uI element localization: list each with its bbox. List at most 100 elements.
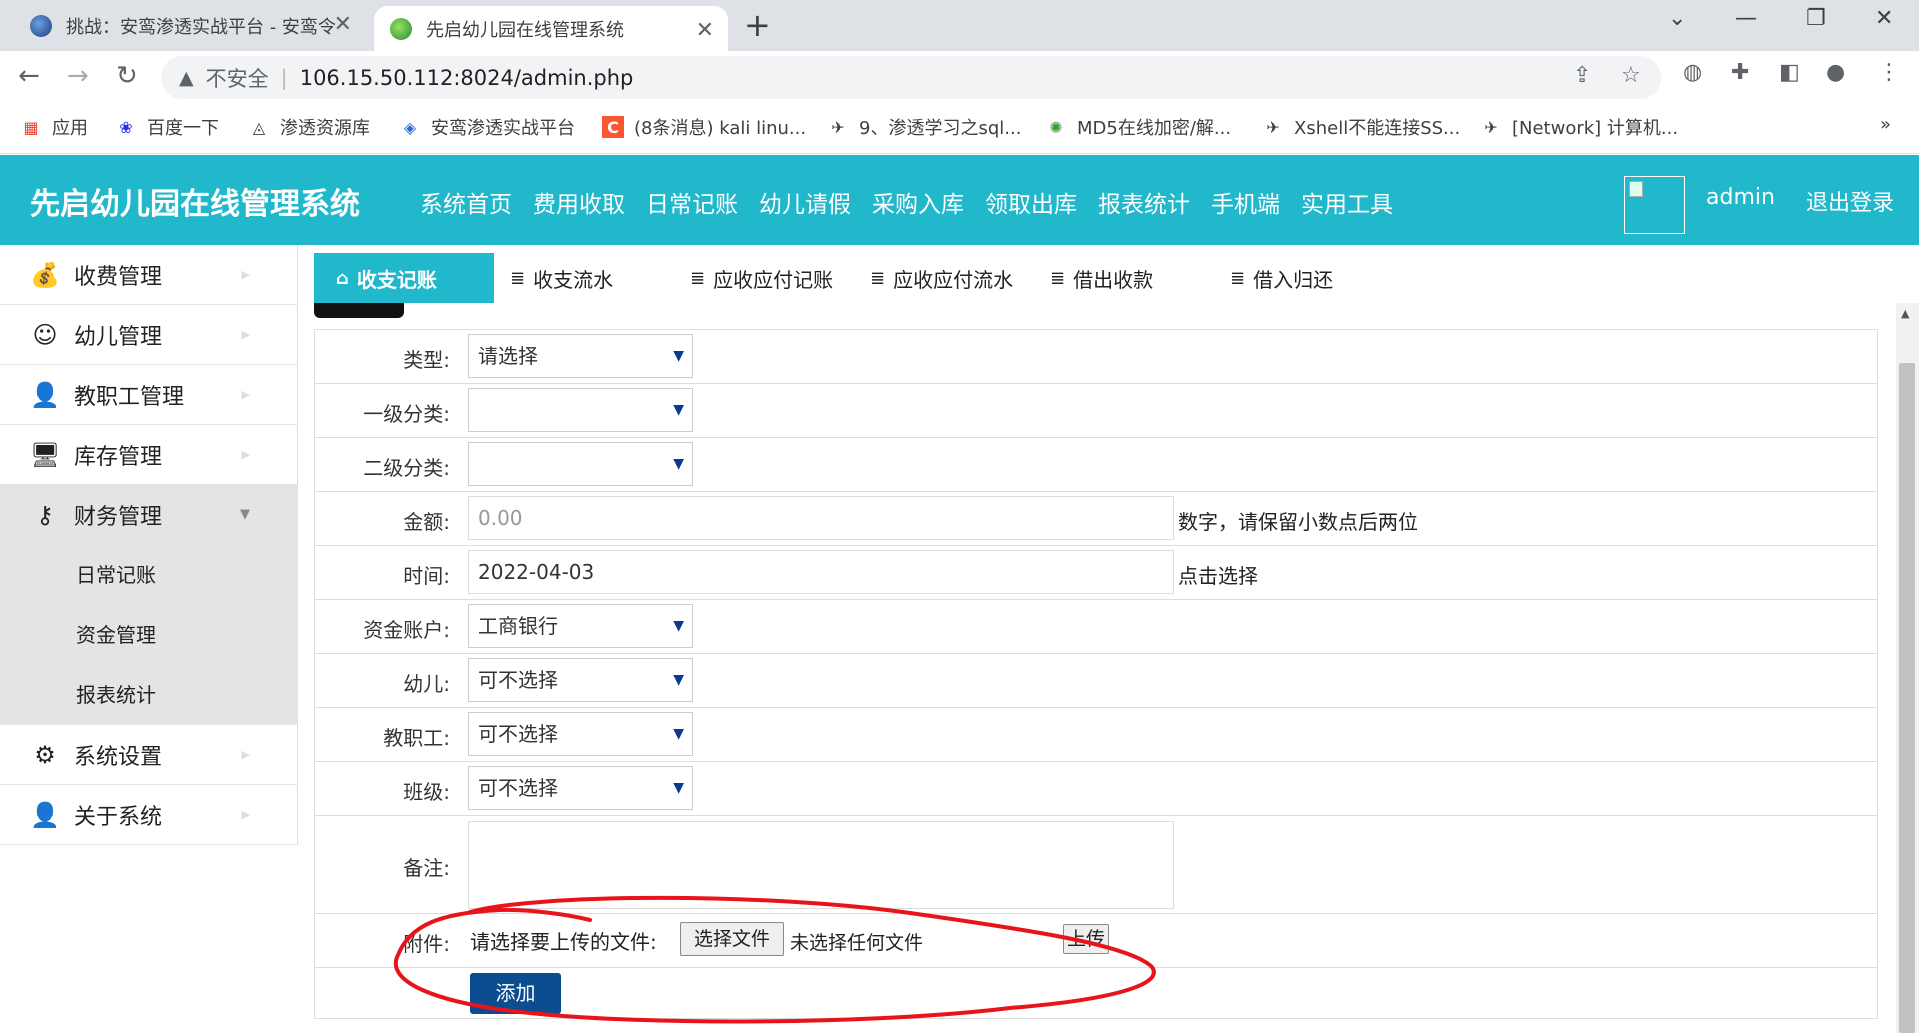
sidebar-item-label: 库存管理 — [74, 444, 163, 470]
time-hint[interactable]: 点击选择 — [1178, 560, 1258, 589]
tab-label: 先启幼儿园在线管理系统 — [426, 19, 624, 41]
sidebar-subitem-daily-accounts[interactable]: 日常记账 — [0, 545, 298, 605]
restore-icon[interactable]: ❐ — [1806, 6, 1826, 31]
logout-link[interactable]: 退出登录 — [1806, 185, 1894, 217]
chevron-down-icon: ▼ — [673, 402, 684, 418]
cat1-select[interactable]: ▼ — [468, 388, 693, 432]
sidebar-item-inventory[interactable]: 🖥 库存管理 ▶ — [0, 425, 298, 485]
back-icon[interactable]: ← — [18, 61, 40, 91]
nav-daily-accounts[interactable]: 日常记账 — [646, 185, 738, 219]
tab-income-expense-entry[interactable]: ⌂ 收支记账 — [314, 253, 494, 303]
tab-income-expense-flow[interactable]: ≣ 收支流水 — [510, 253, 613, 303]
sidebar: 💰 收费管理 ▶ ☺ 幼儿管理 ▶ 👤 教职工管理 ▶ 🖥 库存管理 ▶ ⚷ 财… — [0, 245, 298, 845]
sidebar-subitem-funds[interactable]: 资金管理 — [0, 605, 298, 665]
sidebar-item-label: 系统设置 — [74, 744, 163, 770]
window-close-icon[interactable]: ✕ — [1875, 6, 1893, 31]
type-select[interactable]: 请选择 ▼ — [468, 334, 693, 378]
nav-tools[interactable]: 实用工具 — [1301, 185, 1393, 219]
bookmark-label: 安鸾渗透实战平台 — [431, 118, 575, 139]
add-button[interactable]: 添加 — [470, 973, 561, 1014]
nav-reports[interactable]: 报表统计 — [1098, 185, 1190, 219]
baidu-paw-icon: ❀ — [119, 117, 133, 137]
bookmark-anluan[interactable]: ◈ 安鸾渗透实战平台 — [399, 114, 575, 140]
tab-receivable-entry[interactable]: ≣ 应收应付记账 — [690, 253, 833, 303]
form-row-attachment: 附件: 请选择要上传的文件: 选择文件 未选择任何文件 上传 — [315, 914, 1877, 968]
nav-outbound[interactable]: 领取出库 — [985, 185, 1077, 219]
cat2-select[interactable]: ▼ — [468, 442, 693, 486]
tab-receivable-flow[interactable]: ≣ 应收应付流水 — [870, 253, 1013, 303]
side-panel-icon[interactable]: ◧ — [1779, 60, 1800, 85]
bookmark-csdn[interactable]: C (8条消息) kali linu... — [602, 114, 806, 140]
url-text[interactable]: 106.15.50.112:8024/admin.php — [300, 66, 634, 90]
choose-file-button[interactable]: 选择文件 — [680, 922, 784, 956]
bookmark-md5[interactable]: ✺ MD5在线加密/解... — [1045, 114, 1231, 140]
browser-tab-active[interactable]: 先启幼儿园在线管理系统 ✕ — [374, 6, 728, 51]
key-icon: ⚷ — [36, 500, 54, 529]
sidebar-item-about[interactable]: 👤 关于系统 ▶ — [0, 785, 298, 845]
scrollbar-thumb[interactable] — [1899, 363, 1915, 1033]
class-select[interactable]: 可不选择 ▼ — [468, 766, 693, 810]
bookmark-network[interactable]: ✈ [Network] 计算机... — [1480, 114, 1678, 140]
bookmark-star-icon[interactable]: ☆ — [1621, 63, 1641, 88]
time-input[interactable]: 2022-04-03 — [468, 550, 1174, 594]
sidebar-item-staff[interactable]: 👤 教职工管理 ▶ — [0, 365, 298, 425]
tab-label: 应收应付流水 — [893, 267, 1014, 292]
staff-select[interactable]: 可不选择 ▼ — [468, 712, 693, 756]
sidebar-item-settings[interactable]: ⚙ 系统设置 ▶ — [0, 725, 298, 785]
browser-toolbar: ← → ↻ ▲ 不安全 | 106.15.50.112:8024/admin.p… — [0, 51, 1919, 104]
bookmark-xshell[interactable]: ✈ Xshell不能连接SS... — [1262, 114, 1460, 140]
wolf-icon: ◬ — [252, 117, 266, 137]
chevron-right-icon: ▶ — [241, 748, 250, 761]
tab-search-icon[interactable]: ⌄ — [1668, 6, 1686, 31]
nav-mobile[interactable]: 手机端 — [1211, 185, 1280, 219]
form-row-staff: 教职工: 可不选择 ▼ — [315, 708, 1877, 762]
account-select[interactable]: 工商银行 ▼ — [468, 604, 693, 648]
bookmark-label: (8条消息) kali linu... — [634, 118, 807, 139]
back-button[interactable] — [314, 303, 404, 318]
nav-leave[interactable]: 幼儿请假 — [759, 185, 851, 219]
share-icon[interactable]: ⇪ — [1573, 63, 1591, 88]
sidebar-item-label: 幼儿管理 — [74, 324, 163, 350]
puzzle-icon[interactable]: ✚ — [1731, 60, 1749, 85]
forward-icon[interactable]: → — [67, 61, 89, 91]
reload-icon[interactable]: ↻ — [116, 61, 138, 91]
avatar[interactable] — [1624, 176, 1685, 234]
page-scrollbar[interactable]: ▲ — [1896, 303, 1919, 1033]
browser-tab-challenge[interactable]: 挑战：安鸾渗透实战平台 - 安鸾令 ✕ — [14, 0, 366, 51]
account-label: 资金账户: — [363, 618, 450, 642]
username[interactable]: admin — [1706, 185, 1775, 210]
menu-icon[interactable]: ⋮ — [1878, 60, 1900, 85]
bookmark-baidu[interactable]: ❀ 百度一下 — [115, 114, 219, 140]
bookmark-sql[interactable]: ✈ 9、渗透学习之sql... — [827, 114, 1021, 140]
sidebar-item-children[interactable]: ☺ 幼儿管理 ▶ — [0, 305, 298, 365]
extension-globe-icon[interactable]: ◍ — [1683, 60, 1702, 85]
child-select[interactable]: 可不选择 ▼ — [468, 658, 693, 702]
database-icon: ≣ — [1230, 267, 1246, 289]
sidebar-item-fees[interactable]: 💰 收费管理 ▶ — [0, 245, 298, 305]
note-textarea[interactable] — [468, 821, 1174, 909]
database-icon: ≣ — [690, 267, 706, 289]
profile-icon[interactable]: ● — [1826, 60, 1845, 85]
staff-icon: 👤 — [30, 380, 60, 409]
upload-button[interactable]: 上传 — [1063, 924, 1109, 954]
address-bar[interactable]: ▲ 不安全 | 106.15.50.112:8024/admin.php ⇪ ☆ — [161, 56, 1661, 99]
nav-home[interactable]: 系统首页 — [420, 185, 512, 219]
scroll-up-icon[interactable]: ▲ — [1901, 307, 1909, 320]
nav-fees[interactable]: 费用收取 — [533, 185, 625, 219]
new-tab-icon[interactable]: + — [744, 6, 771, 44]
bookmark-resources[interactable]: ◬ 渗透资源库 — [248, 114, 370, 140]
app-header: 先启幼儿园在线管理系统 系统首页 费用收取 日常记账 幼儿请假 采购入库 领取出… — [0, 155, 1919, 245]
tab-borrow-return[interactable]: ≣ 借入归还 — [1230, 253, 1333, 303]
child-icon: ☺ — [32, 320, 58, 349]
tab-lend-collect[interactable]: ≣ 借出收款 — [1050, 253, 1153, 303]
amount-input[interactable]: 0.00 — [468, 496, 1174, 540]
minimize-icon[interactable]: — — [1735, 6, 1757, 31]
close-tab-icon[interactable]: ✕ — [696, 18, 714, 43]
close-tab-icon[interactable]: ✕ — [334, 12, 352, 37]
more-bookmarks-icon[interactable]: » — [1880, 114, 1891, 135]
nav-purchase[interactable]: 采购入库 — [872, 185, 964, 219]
bookmark-apps[interactable]: ▦ 应用 — [20, 114, 88, 140]
sidebar-item-finance[interactable]: ⚷ 财务管理 ▼ — [0, 485, 298, 545]
form-row-cat1: 一级分类: ▼ — [315, 384, 1877, 438]
sidebar-subitem-reports[interactable]: 报表统计 — [0, 665, 298, 725]
